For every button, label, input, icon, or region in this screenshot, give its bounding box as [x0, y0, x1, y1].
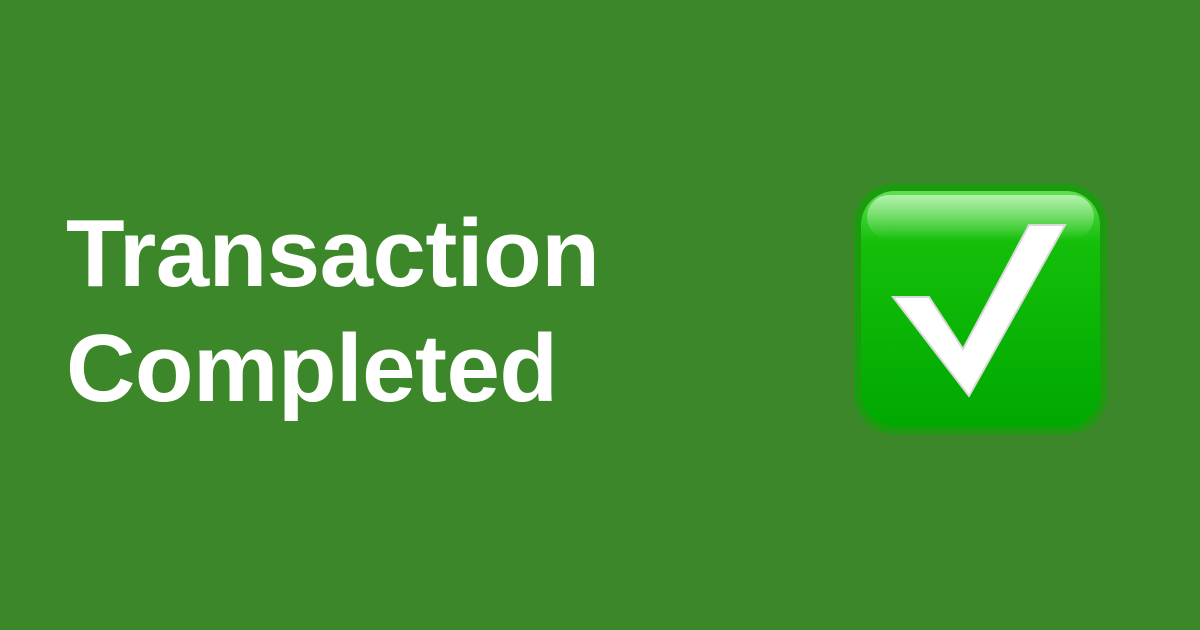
headline: Transaction Completed [66, 196, 766, 426]
headline-line-2: Completed [66, 315, 558, 422]
success-banner: Transaction Completed [0, 0, 1200, 630]
headline-line-1: Transaction [66, 200, 600, 307]
check-mark-button-icon [851, 181, 1110, 437]
